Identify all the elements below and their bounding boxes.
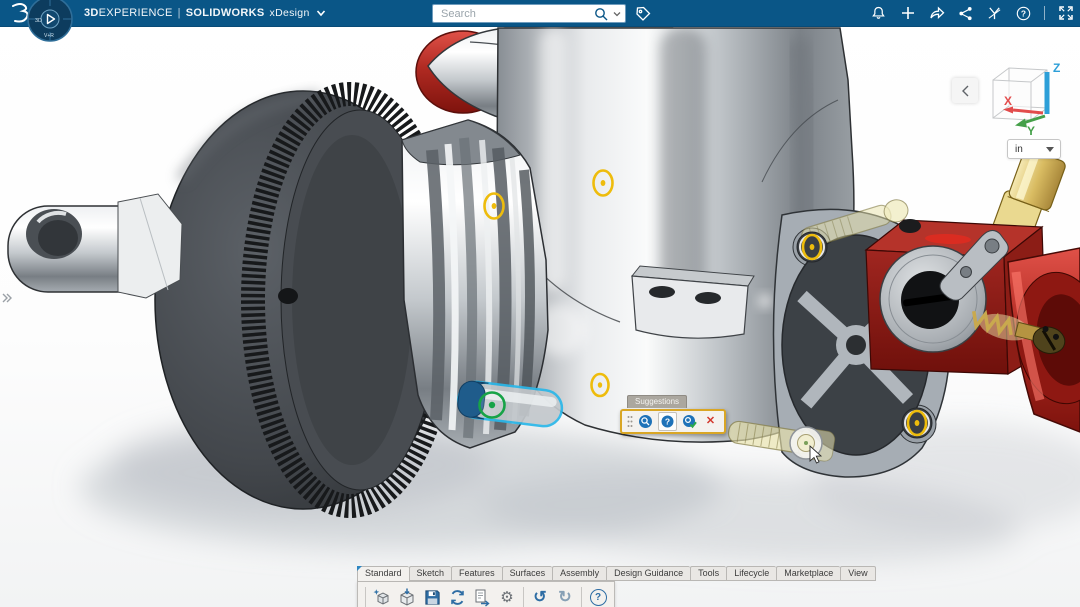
toolbar-divider — [365, 587, 366, 607]
suggestion-accept-button[interactable] — [681, 413, 698, 430]
new-design-button[interactable] — [371, 586, 393, 607]
tab-sketch[interactable]: Sketch — [409, 566, 452, 581]
collab-tools-icon[interactable] — [986, 5, 1003, 22]
suggestions-popup: Suggestions ? — [620, 391, 726, 434]
redo-button[interactable]: ↻ — [554, 586, 576, 607]
brand-title: 3DEXPERIENCE | SOLIDWORKS xDesign — [84, 0, 326, 26]
3d-model-viewport[interactable] — [0, 0, 1080, 607]
panel-expander-icon[interactable] — [1, 291, 13, 310]
gear-icon: ⚙ — [500, 588, 513, 606]
suggestion-search-button[interactable] — [637, 413, 654, 430]
app-switcher-chevron-icon[interactable] — [316, 9, 326, 17]
topbar-divider — [1044, 6, 1045, 20]
redo-icon: ↻ — [558, 587, 571, 607]
toolbar-divider — [523, 587, 524, 607]
suggestions-label: Suggestions — [627, 395, 687, 408]
suggestions-toolbar: ? ✕ — [620, 409, 726, 434]
axis-x-label: X — [1004, 94, 1012, 108]
toolbar-divider — [581, 587, 582, 607]
help-icon[interactable]: ? — [1015, 5, 1032, 22]
brand-divider: | — [178, 7, 181, 19]
tab-lifecycle[interactable]: Lifecycle — [726, 566, 776, 581]
notifications-bell-icon[interactable] — [870, 5, 887, 22]
tab-tools[interactable]: Tools — [690, 566, 726, 581]
view-cube[interactable]: Z X Y — [985, 56, 1069, 140]
tab-marketplace[interactable]: Marketplace — [776, 566, 840, 581]
compass-3d-label: 3D — [35, 18, 42, 24]
search-input[interactable] — [439, 7, 594, 21]
mate-indicator — [797, 232, 827, 262]
add-plus-icon[interactable] — [899, 5, 916, 22]
xdesign-app-window: 3DEXPERIENCE | SOLIDWORKS xDesign — [0, 0, 1080, 607]
transfer-button[interactable] — [471, 586, 493, 607]
drag-handle-icon[interactable] — [627, 415, 633, 428]
tag-icon[interactable] — [635, 6, 651, 22]
tab-view[interactable]: View — [840, 566, 875, 581]
help-button[interactable]: ? — [587, 586, 609, 607]
save-button[interactable] — [421, 586, 443, 607]
fullscreen-expand-icon[interactable] — [1057, 5, 1074, 22]
collapse-panel-button[interactable] — [952, 78, 978, 103]
axis-y-label: Y — [1027, 124, 1035, 138]
units-dropdown[interactable]: in — [1007, 139, 1061, 159]
ribbon-tabs: Standard Sketch Features Surfaces Assemb… — [357, 566, 876, 581]
search-area — [432, 4, 651, 23]
topbar-actions: ? — [870, 0, 1074, 26]
sync-button[interactable] — [446, 586, 468, 607]
app-name: xDesign — [270, 7, 310, 19]
search-box[interactable] — [432, 4, 626, 23]
brand-experience: EXPERIENCE — [99, 7, 173, 19]
mate-indicator — [902, 408, 932, 438]
action-bar: Standard Sketch Features Surfaces Assemb… — [357, 566, 876, 607]
help-circle-icon: ? — [590, 589, 607, 606]
undo-icon: ↺ — [533, 587, 546, 607]
settings-button[interactable]: ⚙ — [496, 586, 518, 607]
tab-features[interactable]: Features — [451, 566, 502, 581]
tab-design-guidance[interactable]: Design Guidance — [606, 566, 690, 581]
svg-text:?: ? — [1021, 8, 1026, 18]
undo-button[interactable]: ↺ — [529, 586, 551, 607]
svg-text:?: ? — [665, 417, 670, 427]
tab-assembly[interactable]: Assembly — [552, 566, 606, 581]
tab-surfaces[interactable]: Surfaces — [502, 566, 553, 581]
3dexperience-compass[interactable]: 3D V+R — [26, 0, 74, 43]
axis-z-label: Z — [1053, 61, 1060, 75]
search-options-chevron-icon[interactable] — [612, 10, 622, 18]
standard-toolbar: ⚙ ↺ ↻ ? — [357, 581, 615, 607]
suggestion-close-button[interactable]: ✕ — [702, 413, 719, 430]
model-shaft[interactable] — [8, 194, 182, 298]
units-caret-icon — [1046, 147, 1054, 152]
share-network-icon[interactable] — [957, 5, 974, 22]
search-magnifier-icon[interactable] — [594, 7, 608, 21]
open-button[interactable] — [396, 586, 418, 607]
suggestion-info-button[interactable]: ? — [658, 412, 677, 431]
brand-product: SOLIDWORKS — [186, 7, 265, 19]
units-value: in — [1008, 144, 1046, 155]
compass-vr-label: V+R — [44, 33, 54, 39]
share-arrow-icon[interactable] — [928, 5, 945, 22]
brand-3d: 3D — [84, 7, 99, 19]
tab-standard[interactable]: Standard — [357, 566, 409, 582]
